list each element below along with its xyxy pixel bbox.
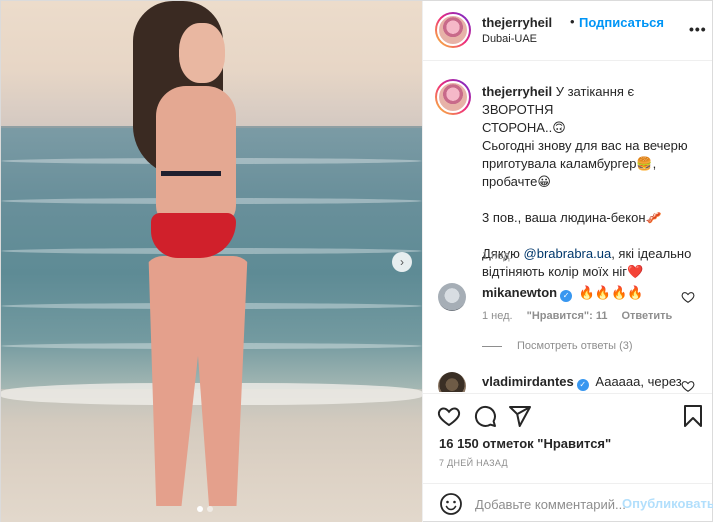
publish-button[interactable]: Опубликовать [622, 496, 713, 511]
carousel-next-button[interactable]: › [392, 252, 412, 272]
post-header: thejerryheil • Подписаться Dubai-UAE ••• [423, 1, 712, 61]
person-swimsuit-bottom [151, 213, 236, 258]
add-comment-bar: Опубликовать [423, 483, 713, 522]
comment-text: Аааааа, через [595, 374, 682, 389]
caption-mention-link[interactable]: @brabrabra.ua [524, 246, 612, 261]
caption-line: відтіняють колір моїх ніг❤️ [482, 264, 644, 279]
photo-person [121, 1, 281, 522]
follow-button[interactable]: Подписаться [579, 15, 664, 30]
caption-line: СТОРОНА..🙃 [482, 120, 566, 135]
comment-input[interactable] [475, 494, 625, 514]
comment-username[interactable]: vladimirdantes [482, 374, 574, 389]
post-side-panel: thejerryheil • Подписаться Dubai-UAE •••… [422, 1, 713, 522]
bookmark-icon[interactable] [681, 404, 705, 428]
likes-count[interactable]: 16 150 отметок "Нравится" [439, 436, 611, 451]
comment-reply-button[interactable]: Ответить [621, 310, 672, 322]
comment-like-heart-icon[interactable] [681, 379, 695, 392]
more-options-icon[interactable]: ••• [689, 21, 707, 37]
comment-likes[interactable]: "Нравится": 11 [527, 310, 608, 322]
comments-list[interactable]: thejerryheil У затікання є ЗВОРОТНЯ СТОР… [423, 62, 712, 392]
post-actions: 16 150 отметок "Нравится" 7 ДНЕЙ НАЗАД [423, 393, 712, 483]
caption-timestamp: 1 нед. [482, 250, 513, 262]
comment-icon[interactable] [473, 404, 497, 428]
verified-badge-icon: ✓ [560, 290, 573, 302]
comment-item: vladimirdantes ✓ Аааааа, через [482, 373, 682, 391]
author-username[interactable]: thejerryheil [482, 15, 552, 30]
carousel-dot-active [197, 506, 203, 512]
post-photo[interactable]: › [1, 1, 422, 522]
view-replies-button[interactable]: Посмотреть ответы (3) [517, 340, 633, 352]
caption-author-avatar[interactable] [435, 79, 471, 115]
share-icon[interactable] [508, 404, 532, 428]
emoji-icon[interactable] [439, 492, 463, 516]
person-face [179, 23, 225, 83]
caption-line: 3 пов., ваша людина-бекон🥓 [482, 210, 662, 225]
person-swimsuit-top [161, 171, 221, 176]
carousel-dots [197, 506, 213, 512]
replies-divider [482, 346, 502, 347]
verified-badge-icon: ✓ [576, 379, 589, 391]
commenter-avatar[interactable] [438, 283, 466, 311]
caption-username[interactable]: thejerryheil [482, 84, 552, 99]
comment-like-heart-icon[interactable] [681, 290, 695, 304]
heart-icon[interactable] [437, 404, 461, 428]
commenter-avatar[interactable] [438, 372, 466, 392]
person-legs [148, 256, 248, 506]
comment-meta: 1 нед. "Нравится": 11 Ответить [482, 310, 672, 322]
header-separator: • [570, 14, 575, 29]
comment-text: 🔥🔥🔥🔥 [578, 285, 644, 300]
caption-line: Сьогодні знову для вас на вечерю [482, 138, 688, 153]
post-caption: thejerryheil У затікання є ЗВОРОТНЯ СТОР… [482, 83, 702, 281]
person-torso [156, 86, 236, 226]
carousel-dot [207, 506, 213, 512]
caption-line: , які ідеально [611, 246, 692, 261]
comment-timestamp: 1 нед. [482, 310, 513, 322]
comment-username[interactable]: mikanewton [482, 285, 557, 300]
caption-line: пробачте😀 [482, 174, 551, 189]
post-date: 7 ДНЕЙ НАЗАД [439, 458, 508, 468]
instagram-post: › thejerryheil • Подписаться Dubai-UAE •… [0, 0, 713, 522]
comment-item: mikanewton ✓ 🔥🔥🔥🔥 [482, 284, 644, 302]
post-location[interactable]: Dubai-UAE [482, 33, 537, 45]
author-avatar[interactable] [435, 12, 471, 48]
caption-line: приготувала каламбургер🍔, [482, 156, 657, 171]
